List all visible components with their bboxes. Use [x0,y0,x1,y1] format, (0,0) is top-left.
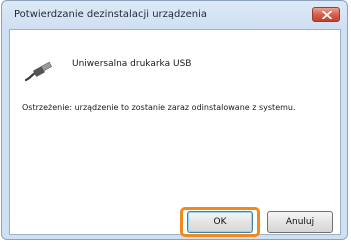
cancel-button[interactable]: Anuluj [267,211,333,233]
title-bar[interactable]: Potwierdzanie dezinstalacji urządzenia [2,1,347,29]
ok-button[interactable]: OK [187,211,253,233]
usb-cable-icon [24,61,53,82]
warning-message: Ostrzeżenie: urządzenie to zostanie zara… [22,103,296,112]
dialog-content: Uniwersalna drukarka USB Ostrzeżenie: ur… [9,29,341,237]
close-button[interactable] [312,7,340,22]
uninstall-device-dialog: Potwierdzanie dezinstalacji urządzenia U… [1,0,348,240]
close-x-icon [322,11,332,19]
window-title: Potwierdzanie dezinstalacji urządzenia [14,9,208,20]
device-name: Uniwersalna drukarka USB [72,59,192,69]
